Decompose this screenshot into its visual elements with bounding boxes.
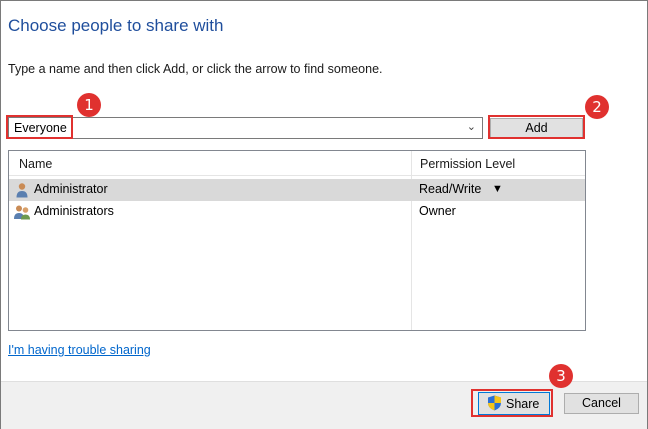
annotation-badge-3: 3	[549, 364, 573, 388]
row-permission: Owner	[419, 204, 456, 218]
name-input[interactable]: Everyone	[14, 121, 67, 135]
name-combobox[interactable]: Everyone ⌄	[8, 117, 483, 139]
uac-shield-icon	[488, 395, 501, 411]
share-button-label: Share	[506, 397, 540, 411]
instruction-text: Type a name and then click Add, or click…	[8, 62, 383, 76]
share-button[interactable]: Share	[478, 392, 550, 415]
dialog-title: Choose people to share with	[8, 16, 224, 35]
permission-dropdown-icon[interactable]: ▼	[492, 183, 503, 195]
annotation-badge-1: 1	[77, 93, 101, 117]
share-dialog: Choose people to share with Type a name …	[0, 0, 648, 429]
trouble-sharing-link[interactable]: I'm having trouble sharing	[8, 343, 151, 357]
row-name: Administrator	[34, 182, 108, 196]
column-header-permission[interactable]: Permission Level	[420, 157, 515, 171]
list-row-administrator[interactable]: Administrator Read/Write ▼	[9, 179, 585, 201]
row-name: Administrators	[34, 204, 114, 218]
user-icon	[16, 183, 28, 198]
add-button[interactable]: Add	[490, 118, 583, 139]
dialog-footer	[1, 381, 647, 429]
column-divider	[411, 151, 412, 330]
chevron-down-icon[interactable]: ⌄	[467, 120, 476, 133]
list-row-administrators[interactable]: Administrators Owner	[9, 201, 585, 223]
column-header-name[interactable]: Name	[19, 157, 52, 171]
cancel-button[interactable]: Cancel	[564, 393, 639, 414]
row-permission[interactable]: Read/Write	[419, 182, 481, 196]
people-list[interactable]: Name Permission Level Administrator Read…	[8, 150, 586, 331]
annotation-badge-2: 2	[585, 95, 609, 119]
users-group-icon	[14, 205, 30, 220]
list-header: Name Permission Level	[9, 151, 585, 176]
